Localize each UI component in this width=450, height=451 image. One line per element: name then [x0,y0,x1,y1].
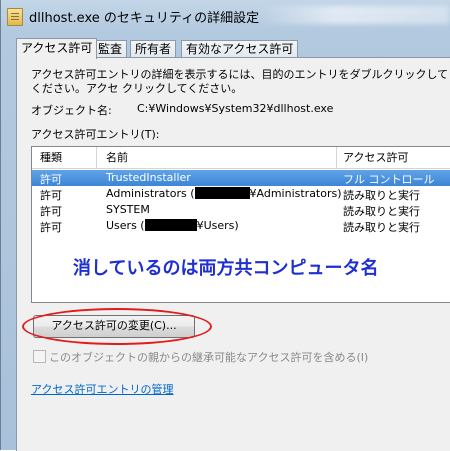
column-divider[interactable] [96,147,97,168]
column-header-type[interactable]: 種類 [40,147,62,168]
tab-owner[interactable]: 所有者 [130,40,177,58]
highlight-ellipse [22,308,212,345]
redacted-computer-name [194,187,250,199]
window-title: dllhost.exe のセキュリティの詳細設定 [29,11,260,26]
row-permission: 読み取りと実行 [343,205,420,218]
manage-permission-entries-link[interactable]: アクセス許可エントリの管理 [31,381,173,397]
permissions-panel: アクセス許可エントリの詳細を表示するには、目的のエントリをダブルクリックしてくだ… [16,57,450,451]
row-name: TrustedInstaller [106,171,191,184]
table-row[interactable]: 許可 SYSTEM 読み取りと実行 [32,202,450,218]
inherit-permissions-label[interactable]: このオブジェクトの親からの継承可能なアクセス許可を含める(I) [49,349,368,365]
row-type: 許可 [40,189,62,202]
table-row[interactable]: 許可 Users ( ¥Users) 読み取りと実行 [32,218,450,234]
annotation-text: 消しているのは両方共コンピュータ名 [73,258,379,279]
row-type: 許可 [40,205,62,218]
redacted-computer-name [144,219,197,231]
table-row[interactable]: 許可 TrustedInstaller フル コントロール [32,170,450,186]
tab-permissions[interactable]: アクセス許可 [16,38,98,59]
list-header: 種類 名前 アクセス許可 [32,147,450,169]
row-type: 許可 [40,173,62,186]
tab-auditing[interactable]: 監査 [93,40,128,58]
row-name: Users ( ¥Users) [106,219,239,232]
object-name-label: オブジェクト名: [31,104,112,117]
object-name-value: C:¥Windows¥System32¥dllhost.exe [137,102,334,115]
row-name-suffix: ¥Administrators) [249,187,342,200]
title-bar-glass-area [259,6,449,24]
security-dialog-window: dllhost.exe のセキュリティの詳細設定 アクセス許可 監査 所有者 有… [0,0,450,451]
permission-entries-label: アクセス許可エントリ(T): [31,128,160,141]
row-permission: 読み取りと実行 [343,221,420,234]
row-name: SYSTEM [106,203,150,216]
file-icon [7,8,23,26]
row-name: Administrators ( ¥Administrators) [106,187,342,200]
row-name-prefix: Users ( [106,219,145,232]
column-header-name[interactable]: 名前 [106,147,128,168]
table-row[interactable]: 許可 Administrators ( ¥Administrators) 読み取り… [32,186,450,202]
row-permission: 読み取りと実行 [343,189,420,202]
row-name-prefix: Administrators ( [106,187,195,200]
row-name-suffix: ¥Users) [196,219,239,232]
inherit-permissions-checkbox[interactable] [33,350,46,363]
row-type: 許可 [40,221,62,234]
row-permission: フル コントロール [343,173,435,186]
permissions-description: アクセス許可エントリの詳細を表示するには、目的のエントリをダブルクリックしてくだ… [31,68,449,95]
column-header-permission[interactable]: アクセス許可 [343,147,408,168]
column-divider[interactable] [336,147,337,168]
title-bar[interactable]: dllhost.exe のセキュリティの詳細設定 [1,0,450,32]
tab-effective-permissions[interactable]: 有効なアクセス許可 [181,40,299,58]
